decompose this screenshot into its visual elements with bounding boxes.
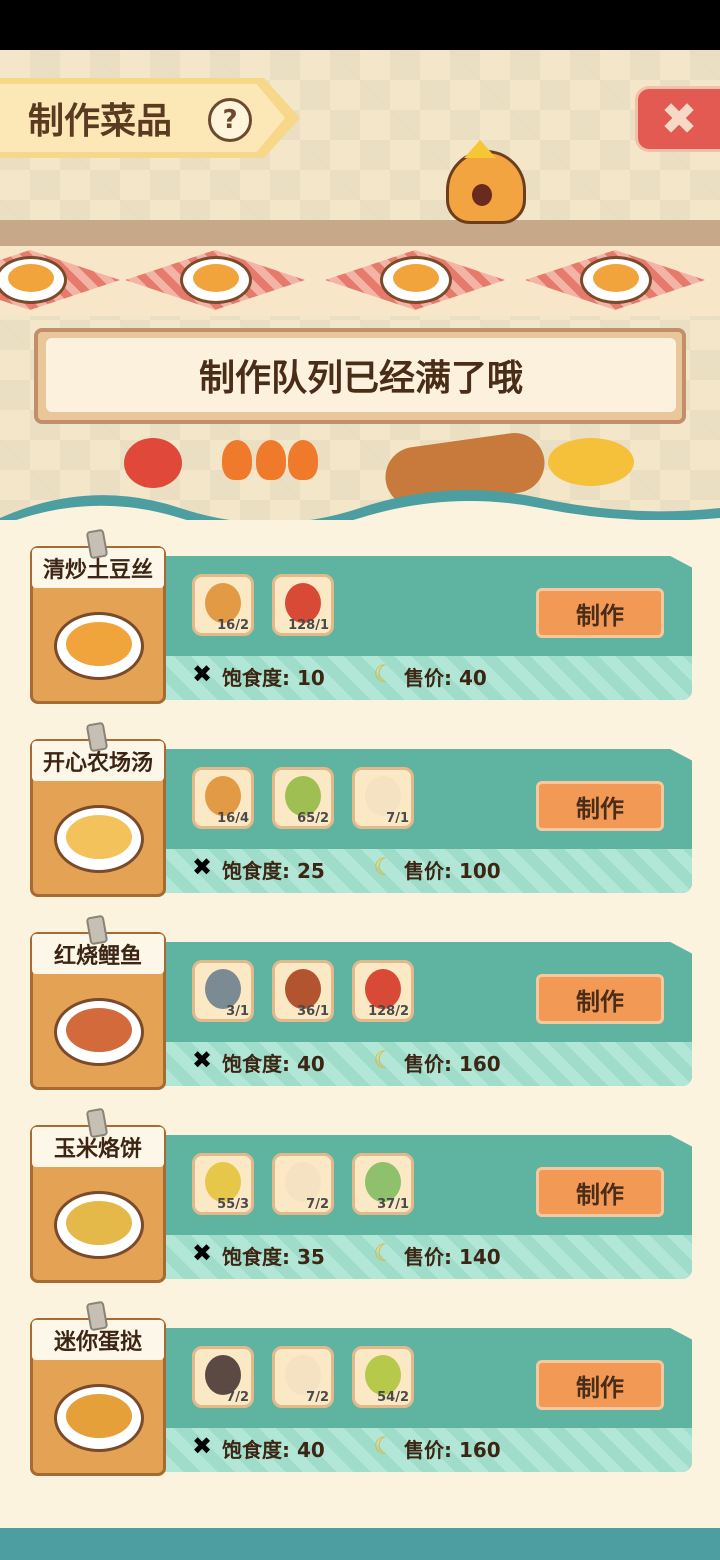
ingredient-count: 7/2 bbox=[306, 1197, 329, 1212]
price-value: 售价: 160 bbox=[404, 1438, 501, 1462]
ingredient-slot[interactable]: 36/1 bbox=[272, 960, 334, 1022]
ingredient-slot[interactable]: 16/2 bbox=[192, 574, 254, 636]
banana-icon: ☾ bbox=[373, 660, 395, 688]
corn-icon bbox=[205, 1162, 241, 1202]
help-icon[interactable]: ? bbox=[208, 98, 252, 142]
ingredient-count: 16/2 bbox=[217, 618, 249, 633]
ingredient-slot[interactable]: 16/4 bbox=[192, 767, 254, 829]
price-value: 售价: 40 bbox=[404, 666, 487, 690]
ingredient-count: 7/2 bbox=[306, 1390, 329, 1405]
price-value: 售价: 160 bbox=[404, 1052, 501, 1076]
ingredient-count: 7/1 bbox=[386, 811, 409, 826]
ingredient-count: 16/4 bbox=[217, 811, 249, 826]
shelf bbox=[0, 220, 720, 246]
satiety-icon: ✖ bbox=[191, 853, 213, 881]
price-value: 售价: 140 bbox=[404, 1245, 501, 1269]
ingredient-slot[interactable]: 7/2 bbox=[192, 1346, 254, 1408]
banana-icon: ☾ bbox=[373, 853, 395, 881]
chili-icon bbox=[365, 969, 401, 1009]
satiety-value: 饱食度: 40 bbox=[222, 1438, 325, 1462]
egg-icon bbox=[285, 1355, 321, 1395]
ingredient-count: 65/2 bbox=[297, 811, 329, 826]
pin-icon bbox=[85, 914, 109, 946]
recipe-card: 玉米烙饼 55/3 7/2 37/1 制作 ✖ 饱食度: 35 ☾ 售价: 140 bbox=[0, 1107, 720, 1289]
potato-icon bbox=[205, 583, 241, 623]
pin-icon bbox=[85, 1300, 109, 1332]
potato-icon bbox=[205, 776, 241, 816]
banana-icon: ☾ bbox=[373, 1046, 395, 1074]
ingredient-count: 3/1 bbox=[226, 1004, 249, 1019]
recipe-card: 开心农场汤 16/4 65/2 7/1 制作 ✖ 饱食度: 25 ☾ 售价: 100 bbox=[0, 721, 720, 903]
sauce-icon bbox=[285, 969, 321, 1009]
ingredient-slot[interactable]: 3/1 bbox=[192, 960, 254, 1022]
cabbage-icon bbox=[285, 776, 321, 816]
satiety-icon: ✖ bbox=[191, 660, 213, 688]
recipe-card: 红烧鲤鱼 3/1 36/1 128/2 制作 ✖ 饱食度: 40 ☾ 售价: 160 bbox=[0, 914, 720, 1096]
satiety-icon: ✖ bbox=[191, 1432, 213, 1460]
satiety-value: 饱食度: 40 bbox=[222, 1052, 325, 1076]
ingredient-slot[interactable]: 54/2 bbox=[352, 1346, 414, 1408]
bottom-bar bbox=[0, 1528, 720, 1560]
ingredient-slot[interactable]: 65/2 bbox=[272, 767, 334, 829]
queue-plate-1 bbox=[0, 250, 120, 310]
satiety-value: 饱食度: 35 bbox=[222, 1245, 325, 1269]
queue-plate-4 bbox=[525, 250, 705, 310]
page-title: 制作菜品 bbox=[28, 101, 173, 142]
egg-icon bbox=[285, 1162, 321, 1202]
make-button[interactable]: 制作 bbox=[536, 781, 664, 831]
dish-food-icon bbox=[66, 1201, 132, 1245]
flame-icon bbox=[222, 440, 252, 480]
satiety-icon: ✖ bbox=[191, 1046, 213, 1074]
pin-icon bbox=[85, 1107, 109, 1139]
cat-chef-icon[interactable] bbox=[446, 140, 532, 224]
price-value: 售价: 100 bbox=[404, 859, 501, 883]
ingredient-count: 128/1 bbox=[288, 618, 329, 633]
queue-plate-2 bbox=[125, 250, 305, 310]
dish-food-icon bbox=[66, 622, 132, 666]
fish-icon bbox=[205, 969, 241, 1009]
queue-notice-text: 制作队列已经满了哦 bbox=[46, 338, 676, 412]
ingredient-count: 36/1 bbox=[297, 1004, 329, 1019]
make-button[interactable]: 制作 bbox=[536, 974, 664, 1024]
milk-icon bbox=[205, 1355, 241, 1395]
ingredient-count: 128/2 bbox=[368, 1004, 409, 1019]
ingredient-count: 37/1 bbox=[377, 1197, 409, 1212]
dish-food-icon bbox=[66, 1394, 132, 1438]
ingredient-slot[interactable]: 128/2 bbox=[352, 960, 414, 1022]
scallion-icon bbox=[365, 1162, 401, 1202]
recipe-card: 清炒土豆丝 16/2 128/1 制作 ✖ 饱食度: 10 ☾ 售价: 40 bbox=[0, 528, 720, 710]
queue-plate-3 bbox=[325, 250, 505, 310]
ingredient-slot[interactable]: 7/2 bbox=[272, 1153, 334, 1215]
egg-icon bbox=[365, 776, 401, 816]
ingredient-count: 55/3 bbox=[217, 1197, 249, 1212]
recipe-card: 迷你蛋挞 7/2 7/2 54/2 制作 ✖ 饱食度: 40 ☾ 售价: 160 bbox=[0, 1300, 720, 1482]
satiety-value: 饱食度: 25 bbox=[222, 859, 325, 883]
make-button[interactable]: 制作 bbox=[536, 588, 664, 638]
ingredient-slot[interactable]: 7/1 bbox=[352, 767, 414, 829]
make-button[interactable]: 制作 bbox=[536, 1167, 664, 1217]
banana-icon: ☾ bbox=[373, 1432, 395, 1460]
wheat-icon bbox=[365, 1355, 401, 1395]
dish-food-icon bbox=[66, 815, 132, 859]
pin-icon bbox=[85, 528, 109, 560]
ingredient-count: 7/2 bbox=[226, 1390, 249, 1405]
make-button[interactable]: 制作 bbox=[536, 1360, 664, 1410]
chili-icon bbox=[285, 583, 321, 623]
status-bar bbox=[0, 0, 720, 50]
dish-food-icon bbox=[66, 1008, 132, 1052]
ingredient-slot[interactable]: 7/2 bbox=[272, 1346, 334, 1408]
ingredient-slot[interactable]: 128/1 bbox=[272, 574, 334, 636]
satiety-icon: ✖ bbox=[191, 1239, 213, 1267]
satiety-value: 饱食度: 10 bbox=[222, 666, 325, 690]
ingredient-slot[interactable]: 55/3 bbox=[192, 1153, 254, 1215]
banana-icon: ☾ bbox=[373, 1239, 395, 1267]
ingredient-slot[interactable]: 37/1 bbox=[352, 1153, 414, 1215]
pin-icon bbox=[85, 721, 109, 753]
close-button[interactable]: ✖ bbox=[635, 86, 720, 152]
ingredient-count: 54/2 bbox=[377, 1390, 409, 1405]
